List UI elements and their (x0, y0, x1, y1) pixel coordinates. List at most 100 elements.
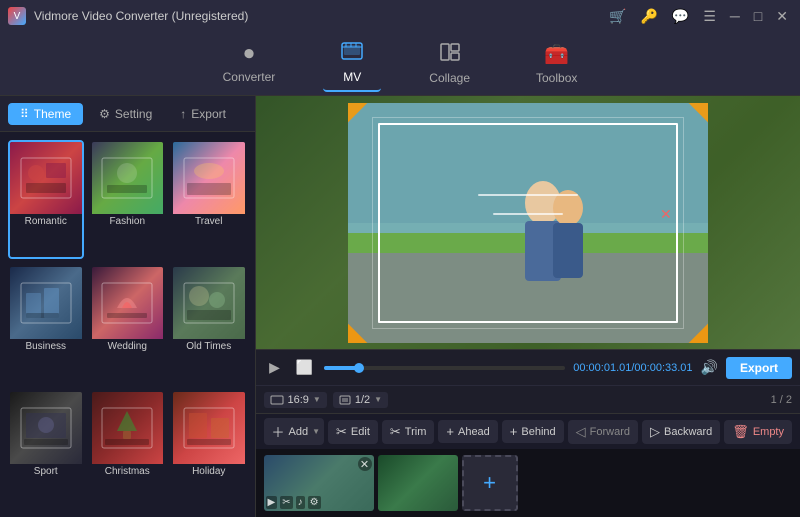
content: ⠿ Theme ⚙ Setting ↑ Export (0, 96, 800, 517)
close-icon[interactable]: ✕ (772, 6, 792, 27)
add-button[interactable]: ＋ Add ▼ (264, 418, 325, 445)
key-icon[interactable]: 🔑 (636, 6, 661, 27)
theme-grid-icon: ⠿ (20, 107, 29, 121)
progress-fill (324, 366, 360, 370)
theme-grid: Romantic Fashion (0, 132, 255, 517)
trim-button[interactable]: ✂ Trim (382, 420, 435, 444)
theme-thumb-sport (10, 392, 82, 464)
theme-label-wedding: Wedding (92, 339, 164, 356)
preview-area: ✕ (256, 96, 800, 349)
clip-cut-icon[interactable]: ✂ (280, 496, 292, 509)
ahead-icon: + (446, 424, 454, 439)
ahead-label: Ahead (458, 426, 490, 438)
trim-label: Trim (405, 426, 427, 438)
titlebar: V Vidmore Video Converter (Unregistered)… (0, 0, 800, 32)
add-label: Add (289, 426, 309, 438)
edit-button[interactable]: ✂ Edit (328, 420, 378, 444)
theme-label-fashion: Fashion (92, 214, 164, 231)
mv-icon (341, 42, 363, 66)
theme-item-wedding[interactable]: Wedding (90, 265, 166, 384)
empty-button[interactable]: 🗑 Empty (724, 420, 792, 444)
theme-label-holiday: Holiday (173, 464, 245, 481)
subtab-export-label: Export (191, 107, 226, 121)
ahead-button[interactable]: + Ahead (438, 420, 497, 443)
subtab-theme[interactable]: ⠿ Theme (8, 103, 83, 125)
theme-item-sport[interactable]: Sport (8, 390, 84, 509)
tab-toolbox[interactable]: 🧰 Toolbox (518, 36, 595, 91)
behind-button[interactable]: + Behind (502, 420, 564, 443)
subtab-setting[interactable]: ⚙ Setting (87, 103, 164, 125)
theme-thumb-holiday (173, 392, 245, 464)
theme-label-business: Business (10, 339, 82, 356)
theme-thumb-wedding (92, 267, 164, 339)
clip-audio-icon[interactable]: ♪ (296, 496, 305, 509)
clip-settings-icon[interactable]: ⚙ (308, 496, 321, 509)
backward-icon: ▷ (650, 424, 660, 440)
tab-converter[interactable]: ⏺ Converter (205, 37, 294, 90)
clip-1-delete-icon[interactable]: ✕ (358, 457, 372, 471)
cart-icon[interactable]: 🛒 (605, 6, 630, 27)
titlebar-title: Vidmore Video Converter (Unregistered) (34, 9, 248, 23)
page-selector[interactable]: 1/2 ▼ (333, 392, 388, 408)
theme-thumb-romantic (10, 142, 82, 214)
theme-item-holiday[interactable]: Holiday (171, 390, 247, 509)
mv-frame: ✕ (348, 103, 708, 343)
tab-collage[interactable]: Collage (411, 37, 488, 91)
theme-item-travel[interactable]: Travel (171, 140, 247, 259)
tab-mv-label: MV (343, 70, 361, 84)
edit-icon: ✂ (336, 424, 347, 440)
bottom-toolbar: ＋ Add ▼ ✂ Edit ✂ Trim + Ahead + Behind ◁ (256, 413, 800, 449)
trim-icon: ✂ (390, 424, 401, 440)
tab-converter-label: Converter (223, 70, 276, 84)
mv-bg-image (348, 103, 708, 343)
toolbox-icon: 🧰 (544, 42, 569, 67)
theme-item-fashion[interactable]: Fashion (90, 140, 166, 259)
timeline-clip-1[interactable]: ✕ ▶ ✂ ♪ ⚙ (264, 455, 374, 511)
timeline-clip-2[interactable] (378, 455, 458, 511)
time-display: 00:00:01.01/00:00:33.01 (573, 362, 692, 374)
theme-label-sport: Sport (10, 464, 82, 481)
play-button[interactable]: ▶ (264, 357, 286, 379)
edit-label: Edit (351, 426, 370, 438)
theme-item-christmas[interactable]: Christmas (90, 390, 166, 509)
ratio-selector[interactable]: 16:9 ▼ (264, 392, 327, 408)
app-icon: V (8, 7, 26, 25)
chat-icon[interactable]: 💬 (668, 6, 693, 27)
export-icon: ↑ (180, 107, 186, 121)
setting-icon: ⚙ (99, 107, 110, 121)
theme-item-oldtimes[interactable]: Old Times (171, 265, 247, 384)
page-arrow-icon: ▼ (374, 395, 382, 404)
clip-1-controls: ▶ ✂ ♪ ⚙ (266, 496, 321, 509)
theme-label-christmas: Christmas (92, 464, 164, 481)
minimize-icon[interactable]: ─ (726, 6, 744, 26)
titlebar-left: V Vidmore Video Converter (Unregistered) (8, 7, 248, 25)
export-button[interactable]: Export (726, 357, 792, 379)
theme-item-business[interactable]: Business (8, 265, 84, 384)
add-arrow-icon: ▼ (312, 427, 320, 436)
add-clip-button[interactable]: + (462, 455, 518, 511)
backward-button[interactable]: ▷ Backward (642, 420, 720, 444)
clip-play-icon[interactable]: ▶ (266, 496, 278, 509)
progress-bar[interactable] (324, 366, 566, 370)
theme-thumb-christmas (92, 392, 164, 464)
tab-toolbox-label: Toolbox (536, 71, 577, 85)
tab-mv[interactable]: MV (323, 36, 381, 92)
subtab-export[interactable]: ↑ Export (168, 103, 238, 125)
ratio-bar: 16:9 ▼ 1/2 ▼ 1 / 2 (256, 385, 800, 413)
subtab-theme-label: Theme (34, 107, 71, 121)
forward-button[interactable]: ◁ Forward (568, 420, 638, 444)
collage-icon (440, 43, 460, 67)
empty-label: Empty (753, 426, 784, 438)
volume-icon[interactable]: 🔊 (701, 359, 718, 376)
maximize-icon[interactable]: □ (750, 6, 766, 26)
ratio-value: 16:9 (288, 394, 309, 406)
theme-label-oldtimes: Old Times (173, 339, 245, 356)
menu-icon[interactable]: ☰ (699, 6, 720, 27)
stop-button[interactable]: ⬜ (294, 357, 316, 379)
empty-icon: 🗑 (732, 424, 749, 440)
converter-icon: ⏺ (244, 43, 254, 66)
theme-item-romantic[interactable]: Romantic (8, 140, 84, 259)
forward-icon: ◁ (576, 424, 586, 440)
add-icon: ＋ (272, 422, 285, 441)
theme-thumb-oldtimes (173, 267, 245, 339)
